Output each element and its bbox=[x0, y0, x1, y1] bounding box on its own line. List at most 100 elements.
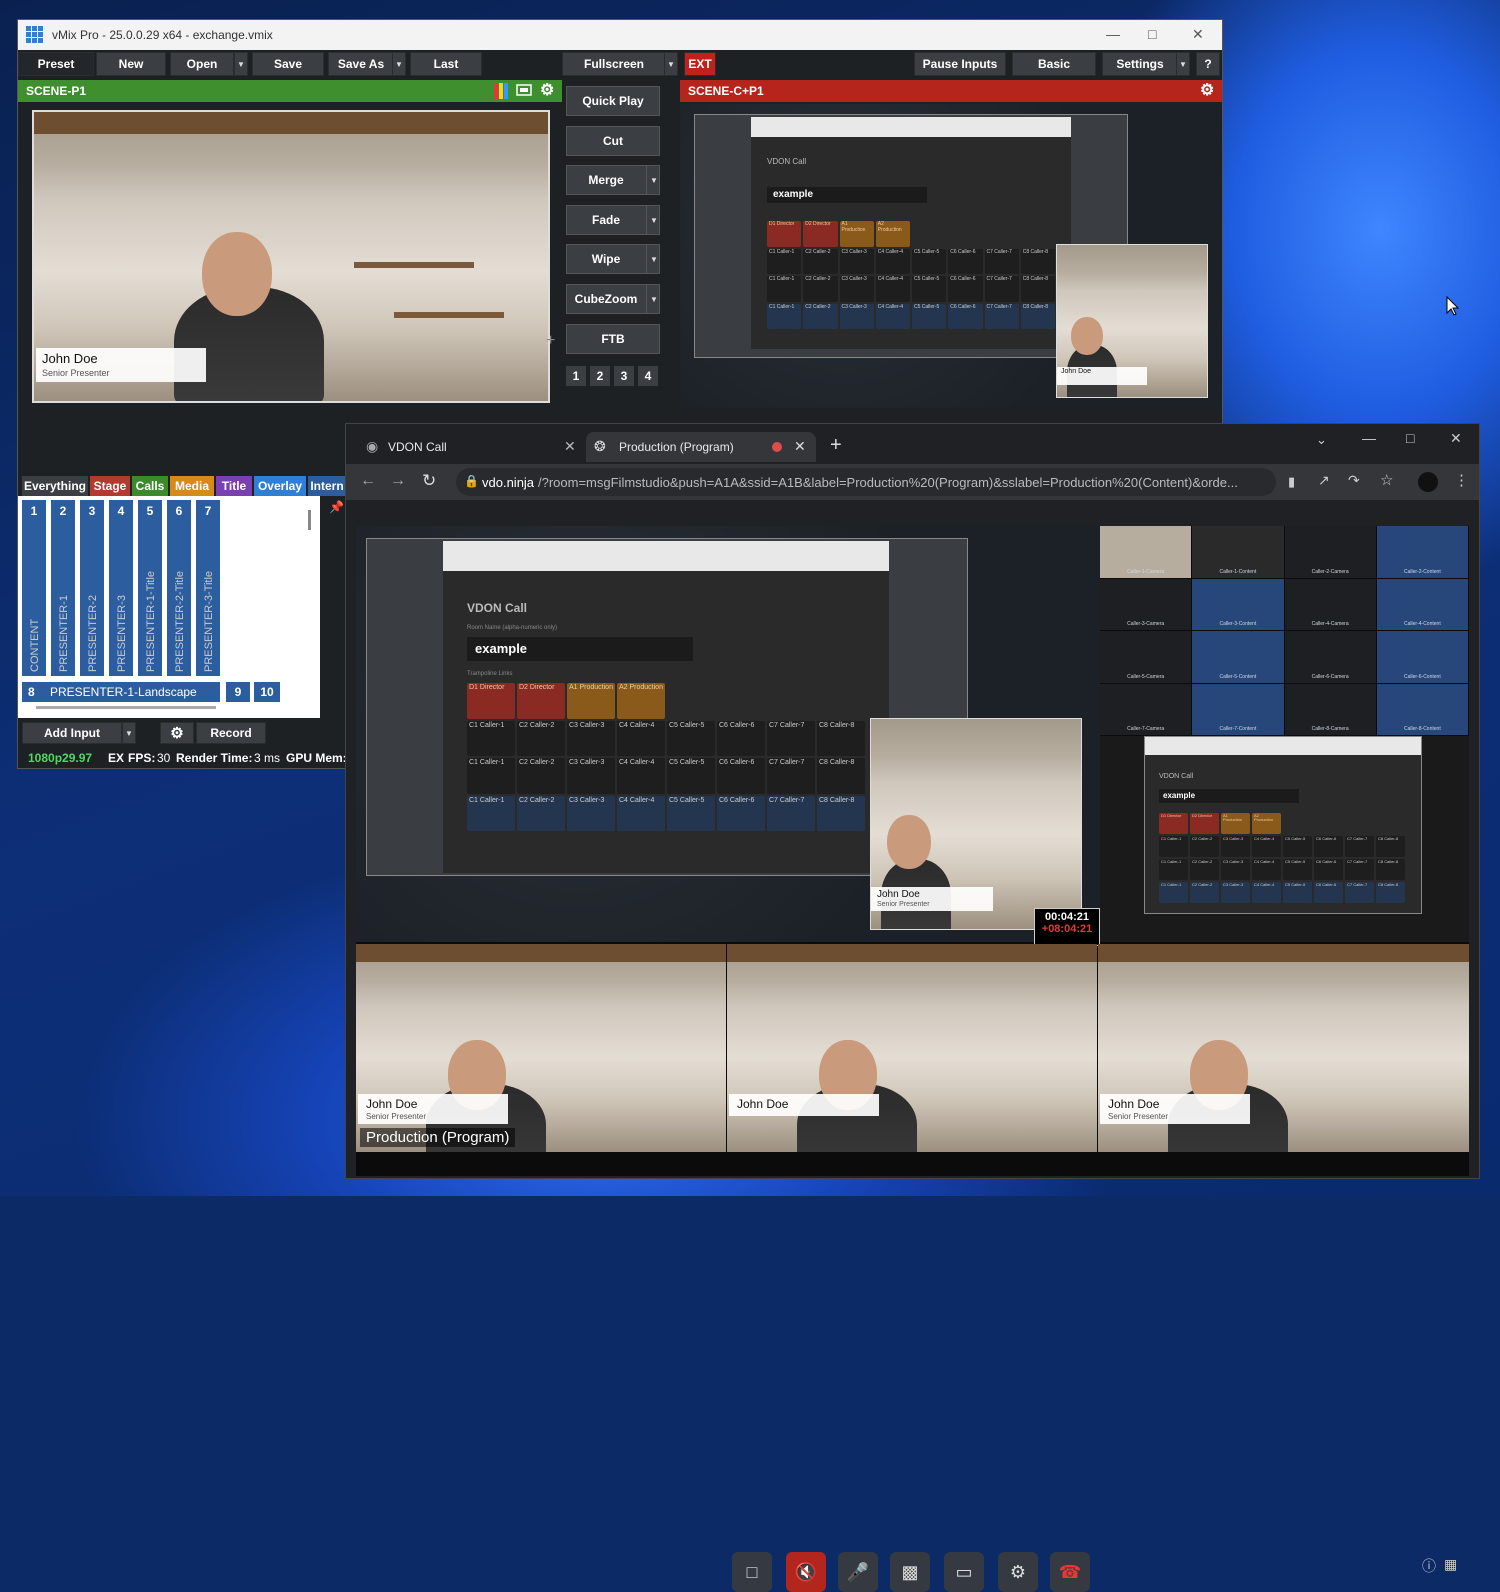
back-icon[interactable]: ← bbox=[360, 472, 376, 490]
caller-cell-c1[interactable]: C1 Caller-1 bbox=[467, 720, 515, 756]
maximize-icon[interactable]: □ bbox=[1406, 430, 1414, 446]
caller-cell-c1[interactable]: C1 Caller-1 bbox=[767, 276, 802, 302]
caller-cell-c1[interactable]: C1 Caller-1 bbox=[467, 795, 515, 831]
close-icon[interactable]: ✕ bbox=[1450, 430, 1462, 447]
caller-cell-c3[interactable]: C3 Caller-3 bbox=[839, 303, 874, 329]
monitor-icon[interactable] bbox=[516, 84, 532, 98]
input-8-row[interactable]: 8 PRESENTER-1-Landscape bbox=[22, 682, 220, 702]
caller-cell-c6[interactable]: C6 Caller-6 bbox=[717, 758, 765, 794]
input-1-content[interactable]: 1 CONTENT bbox=[22, 500, 46, 676]
caller-cell-c7[interactable]: C7 Caller-7 bbox=[767, 758, 815, 794]
caller-cell-c7[interactable]: C7 Caller-7 bbox=[1345, 859, 1374, 880]
trampoline-cell-a1[interactable]: A1 Production bbox=[839, 221, 874, 247]
help-button[interactable]: ? bbox=[1196, 52, 1220, 76]
caller-cell-c7[interactable]: C7 Caller-7 bbox=[767, 720, 815, 756]
caller-cell-c5[interactable]: C5 Caller-5 bbox=[667, 795, 715, 831]
caller-cell-c2[interactable]: C2 Caller-2 bbox=[517, 720, 565, 756]
hangup-icon[interactable]: ☎ bbox=[1050, 1552, 1090, 1592]
record-button[interactable]: Record bbox=[196, 722, 266, 744]
trampoline-cell-a1[interactable]: A1 Production bbox=[567, 683, 615, 719]
share-icon[interactable]: ↷ bbox=[1348, 472, 1360, 489]
close-icon[interactable]: ✕ bbox=[1192, 26, 1204, 43]
color-bars-icon[interactable] bbox=[494, 83, 508, 99]
screen-share-icon[interactable]: ▭ bbox=[944, 1552, 984, 1592]
caller-cell-c5[interactable]: C5 Caller-5 bbox=[1283, 859, 1312, 880]
save-as-button[interactable]: Save As bbox=[328, 52, 394, 76]
menu-icon[interactable]: ⋮ bbox=[1454, 471, 1469, 489]
avatar[interactable] bbox=[1418, 472, 1438, 492]
program-gear-icon[interactable]: ⚙ bbox=[1200, 80, 1214, 100]
fullscreen-button[interactable]: Fullscreen bbox=[562, 52, 666, 76]
caller-cell-c8[interactable]: C8 Caller-8 bbox=[1376, 859, 1405, 880]
tab-search-icon[interactable]: ⌄ bbox=[1316, 432, 1327, 448]
tab-media[interactable]: Media bbox=[170, 476, 214, 496]
transition-2-button[interactable]: 2 bbox=[590, 366, 610, 386]
maximize-icon[interactable]: □ bbox=[1148, 26, 1156, 42]
caller-cell-c4[interactable]: C4 Caller-4 bbox=[1252, 836, 1281, 857]
caller-cell-c7[interactable]: C7 Caller-7 bbox=[984, 248, 1019, 274]
trampoline-cell-d2[interactable]: D2 Director bbox=[803, 221, 838, 247]
caller-cell-c5[interactable]: C5 Caller-5 bbox=[667, 758, 715, 794]
trampoline-cell-d2[interactable]: D2 Director bbox=[517, 683, 565, 719]
caller-cell-c5[interactable]: C5 Caller-5 bbox=[1283, 836, 1312, 857]
input-5-presenter-1-title[interactable]: 5 PRESENTER-1-Title bbox=[138, 500, 162, 676]
caller-cell-c2[interactable]: C2 Caller-2 bbox=[1190, 836, 1219, 857]
caller-cell-c1[interactable]: C1 Caller-1 bbox=[767, 303, 802, 329]
microphone-icon[interactable]: 🎤 bbox=[838, 1552, 878, 1592]
caller-cell-c2[interactable]: C2 Caller-2 bbox=[517, 758, 565, 794]
settings-gear-icon[interactable]: ⚙ bbox=[160, 722, 194, 744]
chat-icon[interactable]: □ bbox=[732, 1552, 772, 1592]
trampoline-cell-d1[interactable]: D1 Director bbox=[1159, 813, 1188, 834]
caller-cell-c6[interactable]: C6 Caller-6 bbox=[717, 795, 765, 831]
tab-close-icon[interactable]: ✕ bbox=[794, 438, 806, 455]
horizontal-scrollbar[interactable] bbox=[36, 706, 216, 709]
input-7-presenter-3-title[interactable]: 7 PRESENTER-3-Title bbox=[196, 500, 220, 676]
tab-close-icon[interactable]: ✕ bbox=[564, 438, 576, 455]
tab-intern[interactable]: Intern bbox=[308, 476, 346, 496]
star-icon[interactable]: ☆ bbox=[1380, 471, 1393, 489]
tab-title[interactable]: Title bbox=[216, 476, 252, 496]
caller-cell-c1[interactable]: C1 Caller-1 bbox=[1159, 882, 1188, 903]
new-tab-icon[interactable]: + bbox=[830, 434, 842, 457]
caller-cell-c2[interactable]: C2 Caller-2 bbox=[803, 276, 838, 302]
caller-cell-c5[interactable]: C5 Caller-5 bbox=[912, 276, 947, 302]
add-input-dropdown-icon[interactable]: ▼ bbox=[122, 722, 136, 744]
save-as-dropdown-icon[interactable]: ▼ bbox=[392, 52, 406, 76]
caller-cell-c6[interactable]: C6 Caller-6 bbox=[948, 276, 983, 302]
save-button[interactable]: Save bbox=[252, 52, 324, 76]
cubezoom-dropdown-icon[interactable]: ▼ bbox=[646, 284, 661, 314]
caller-cell-c3[interactable]: C3 Caller-3 bbox=[567, 758, 615, 794]
new-button[interactable]: New bbox=[96, 52, 166, 76]
caller-cell-c4[interactable]: C4 Caller-4 bbox=[617, 758, 665, 794]
add-input-button[interactable]: Add Input bbox=[22, 722, 122, 744]
merge-dropdown-icon[interactable]: ▼ bbox=[646, 165, 661, 195]
caller-cell-c6[interactable]: C6 Caller-6 bbox=[948, 303, 983, 329]
fade-dropdown-icon[interactable]: ▼ bbox=[646, 205, 661, 235]
caller-cell-c4[interactable]: C4 Caller-4 bbox=[617, 720, 665, 756]
reload-icon[interactable]: ↻ bbox=[422, 471, 436, 491]
caller-cell-c8[interactable]: C8 Caller-8 bbox=[817, 758, 865, 794]
tab-everything[interactable]: Everything bbox=[22, 476, 88, 496]
caller-cell-c6[interactable]: C6 Caller-6 bbox=[1314, 836, 1343, 857]
caller-cell-c1[interactable]: C1 Caller-1 bbox=[767, 248, 802, 274]
camera-icon[interactable]: ▮ bbox=[1288, 474, 1295, 490]
caller-cell-c4[interactable]: C4 Caller-4 bbox=[875, 276, 910, 302]
caller-cell-c3[interactable]: C3 Caller-3 bbox=[567, 795, 615, 831]
address-bar[interactable]: 🔒 vdo.ninja /?room=msgFilmstudio&push=A1… bbox=[456, 468, 1276, 496]
basic-button[interactable]: Basic bbox=[1012, 52, 1096, 76]
caller-cell-c5[interactable]: C5 Caller-5 bbox=[1283, 882, 1312, 903]
caller-cell-c8[interactable]: C8 Caller-8 bbox=[1020, 276, 1055, 302]
input-6-presenter-2-title[interactable]: 6 PRESENTER-2-Title bbox=[167, 500, 191, 676]
speaker-mute-icon[interactable]: 🔇 bbox=[786, 1552, 826, 1592]
input-10[interactable]: 10 bbox=[254, 682, 280, 702]
caller-cell-c2[interactable]: C2 Caller-2 bbox=[803, 303, 838, 329]
pin-icon[interactable]: 📌 bbox=[329, 500, 344, 514]
caller-cell-c2[interactable]: C2 Caller-2 bbox=[1190, 882, 1219, 903]
input-4-presenter-3[interactable]: 4 PRESENTER-3 bbox=[109, 500, 133, 676]
caller-cell-c4[interactable]: C4 Caller-4 bbox=[617, 795, 665, 831]
transition-1-button[interactable]: 1 bbox=[566, 366, 586, 386]
ext-button[interactable]: EXT bbox=[684, 52, 716, 76]
trampoline-cell-a2[interactable]: A2 Production bbox=[1252, 813, 1281, 834]
fullscreen-dropdown-icon[interactable]: ▼ bbox=[664, 52, 678, 76]
caller-cell-c3[interactable]: C3 Caller-3 bbox=[1221, 859, 1250, 880]
